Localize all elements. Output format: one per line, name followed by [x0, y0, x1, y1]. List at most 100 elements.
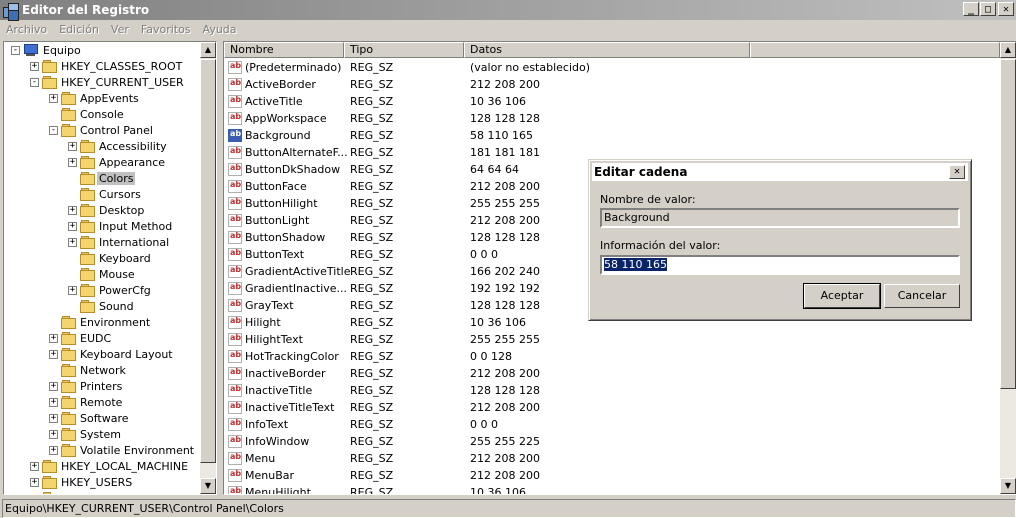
- tree-item[interactable]: + AppEvents: [49, 90, 141, 106]
- tree-scroll-down-button[interactable]: ▼: [200, 478, 216, 494]
- tree-item[interactable]: + HKEY_USERS: [30, 474, 134, 490]
- tree-scroll-thumb[interactable]: [200, 59, 216, 463]
- tree-item[interactable]: + Input Method: [68, 218, 174, 234]
- tree-item[interactable]: + Printers: [49, 378, 124, 394]
- expand-icon[interactable]: +: [68, 206, 77, 215]
- menu-edicion[interactable]: Edición: [53, 23, 105, 36]
- expand-icon[interactable]: +: [68, 286, 77, 295]
- list-scroll-up-button[interactable]: ▲: [1000, 42, 1016, 58]
- value-row[interactable]: ab ButtonShadow REG_SZ 128 128 128: [224, 229, 540, 246]
- menu-ayuda[interactable]: Ayuda: [197, 23, 243, 36]
- value-row[interactable]: ab InfoWindow REG_SZ 255 255 225: [224, 433, 540, 450]
- menu-favoritos[interactable]: Favoritos: [135, 23, 197, 36]
- tree-item[interactable]: - Control Panel: [49, 122, 155, 138]
- expand-icon[interactable]: +: [49, 94, 58, 103]
- value-row[interactable]: ab MenuHilight REG_SZ 10 36 106: [224, 484, 526, 494]
- expand-icon[interactable]: +: [68, 238, 77, 247]
- tree-item[interactable]: Sound: [80, 298, 136, 314]
- minimize-button[interactable]: _: [963, 2, 979, 16]
- tree-item[interactable]: + PowerCfg: [68, 282, 153, 298]
- value-row[interactable]: ab ButtonAlternateF... REG_SZ 181 181 181: [224, 144, 540, 161]
- tree-item[interactable]: + System: [49, 426, 123, 442]
- expand-icon[interactable]: +: [32, 494, 37, 495]
- ok-button[interactable]: Aceptar: [803, 283, 881, 309]
- tree-item[interactable]: + Desktop: [68, 202, 146, 218]
- value-row[interactable]: ab InactiveTitleText REG_SZ 212 208 200: [224, 399, 540, 416]
- title-bar[interactable]: Editor del Registro _ □ ✕: [0, 0, 1016, 21]
- value-data-input[interactable]: 58 110 165: [600, 255, 960, 275]
- close-button[interactable]: ✕: [998, 2, 1014, 16]
- expand-icon[interactable]: +: [49, 414, 58, 423]
- expand-icon[interactable]: +: [49, 398, 58, 407]
- value-row[interactable]: ab MenuBar REG_SZ 212 208 200: [224, 467, 540, 484]
- value-row[interactable]: ab AppWorkspace REG_SZ 128 128 128: [224, 110, 540, 127]
- dialog-title[interactable]: Editar cadena ✕: [592, 163, 968, 181]
- expand-icon[interactable]: +: [68, 142, 77, 151]
- tree-item[interactable]: + HKEY_CLASSES_ROOT: [30, 58, 184, 74]
- tree-item[interactable]: + Software: [49, 410, 131, 426]
- tree-scrollbar[interactable]: ▲ ▼: [200, 42, 216, 494]
- tree-item[interactable]: Colors: [80, 170, 136, 186]
- expand-icon[interactable]: +: [49, 382, 58, 391]
- value-row[interactable]: ab GradientActiveTitle REG_SZ 166 202 240: [224, 263, 540, 280]
- tree-item[interactable]: + Volatile Environment: [49, 442, 196, 458]
- maximize-button[interactable]: □: [980, 2, 996, 16]
- value-row[interactable]: ab ActiveTitle REG_SZ 10 36 106: [224, 93, 526, 110]
- tree-item[interactable]: Network: [61, 362, 128, 378]
- tree-item[interactable]: Cursors: [80, 186, 143, 202]
- menu-ver[interactable]: Ver: [105, 23, 135, 36]
- tree-item[interactable]: Mouse: [80, 266, 137, 282]
- expand-icon[interactable]: +: [49, 446, 58, 455]
- tree-item[interactable]: Keyboard: [80, 250, 153, 266]
- value-row[interactable]: ab Background REG_SZ 58 110 165: [224, 127, 533, 144]
- value-row[interactable]: ab HilightText REG_SZ 255 255 255: [224, 331, 540, 348]
- tree-item[interactable]: + HKEY_LOCAL_MACHINE: [30, 458, 190, 474]
- value-row[interactable]: ab ButtonHilight REG_SZ 255 255 255: [224, 195, 540, 212]
- value-row[interactable]: ab ButtonFace REG_SZ 212 208 200: [224, 178, 540, 195]
- expand-icon[interactable]: +: [49, 350, 58, 359]
- value-row[interactable]: ab GradientInactive... REG_SZ 192 192 192: [224, 280, 540, 297]
- value-row[interactable]: ab InactiveTitle REG_SZ 128 128 128: [224, 382, 540, 399]
- tree-item[interactable]: - Equipo: [11, 42, 83, 58]
- tree-item[interactable]: Environment: [61, 314, 152, 330]
- tree-item[interactable]: + Accessibility: [68, 138, 169, 154]
- tree-item[interactable]: Console: [61, 106, 126, 122]
- tree-item[interactable]: + Remote: [49, 394, 124, 410]
- expand-icon[interactable]: +: [49, 430, 58, 439]
- expand-icon[interactable]: +: [30, 462, 39, 471]
- tree-item[interactable]: + Appearance: [68, 154, 167, 170]
- collapse-icon[interactable]: -: [49, 126, 58, 135]
- list-scrollbar[interactable]: ▲ ▼: [1000, 42, 1016, 494]
- cancel-button[interactable]: Cancelar: [884, 284, 960, 308]
- expand-icon[interactable]: +: [30, 478, 39, 487]
- menu-archivo[interactable]: Archivo: [0, 23, 53, 36]
- value-row[interactable]: ab (Predeterminado) REG_SZ (valor no establ…: [224, 59, 590, 76]
- column-datos[interactable]: Datos: [464, 42, 750, 58]
- collapse-icon[interactable]: -: [30, 78, 39, 87]
- value-row[interactable]: ab ButtonLight REG_SZ 212 208 200: [224, 212, 540, 229]
- expand-icon[interactable]: +: [68, 222, 77, 231]
- tree-item[interactable]: + HKEY_CURRENT_CONFIG: [32, 490, 199, 494]
- expand-icon[interactable]: +: [68, 158, 77, 167]
- collapse-icon[interactable]: -: [11, 46, 20, 55]
- value-row[interactable]: ab InactiveBorder REG_SZ 212 208 200: [224, 365, 540, 382]
- column-tipo[interactable]: Tipo: [344, 42, 464, 58]
- value-row[interactable]: ab ButtonText REG_SZ 0 0 0: [224, 246, 498, 263]
- expand-icon[interactable]: +: [49, 334, 58, 343]
- value-row[interactable]: ab InfoText REG_SZ 0 0 0: [224, 416, 498, 433]
- dialog-close-button[interactable]: ✕: [949, 165, 965, 179]
- tree-item[interactable]: - HKEY_CURRENT_USER: [30, 74, 186, 90]
- list-scroll-down-button[interactable]: ▼: [1000, 478, 1016, 494]
- tree-item[interactable]: + Keyboard Layout: [49, 346, 175, 362]
- column-nombre[interactable]: Nombre: [224, 42, 344, 58]
- value-row[interactable]: ab ButtonDkShadow REG_SZ 64 64 64: [224, 161, 519, 178]
- value-row[interactable]: ab ActiveBorder REG_SZ 212 208 200: [224, 76, 540, 93]
- list-scroll-thumb[interactable]: [1000, 59, 1016, 389]
- key-tree-pane[interactable]: - Equipo + HKEY_CLASSES_ROOT - HKEY_CURRENT_U…: [3, 41, 217, 495]
- value-row[interactable]: ab GrayText REG_SZ 128 128 128: [224, 297, 540, 314]
- value-row[interactable]: ab Menu REG_SZ 212 208 200: [224, 450, 540, 467]
- value-row[interactable]: ab Hilight REG_SZ 10 36 106: [224, 314, 526, 331]
- value-row[interactable]: ab HotTrackingColor REG_SZ 0 0 128: [224, 348, 512, 365]
- tree-scroll-up-button[interactable]: ▲: [200, 42, 216, 58]
- tree-item[interactable]: + International: [68, 234, 171, 250]
